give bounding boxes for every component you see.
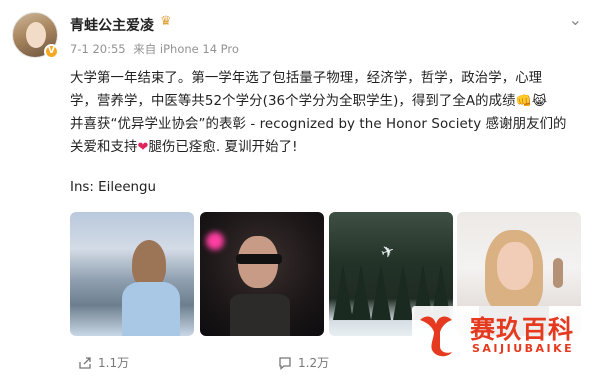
watermark-cn: 赛玖百科 bbox=[470, 315, 575, 344]
photo-thumbnail-2[interactable] bbox=[200, 212, 324, 336]
post-source: 来自 iPhone 14 Pro bbox=[133, 42, 239, 56]
post-line: 关爱和支持❤腿伤已痊愈. 夏训开始了! bbox=[70, 136, 590, 159]
post-meta: 7-1 20:55 来自 iPhone 14 Pro bbox=[70, 41, 239, 57]
comment-button[interactable]: 1.2万 bbox=[278, 354, 329, 371]
heart-emoji-icon: ❤ bbox=[137, 140, 149, 155]
username[interactable]: 青蛙公主爱凌 bbox=[70, 15, 154, 35]
verified-badge: V bbox=[44, 44, 59, 59]
share-button[interactable]: 1.1万 bbox=[78, 354, 129, 371]
share-icon bbox=[79, 356, 91, 369]
avatar-face bbox=[26, 22, 46, 48]
photo-thumbnail-1[interactable] bbox=[70, 212, 194, 336]
fist-emoji-icon: 👊 bbox=[515, 94, 532, 109]
watermark: 赛玖百科 SAIJIUBAIKE bbox=[412, 306, 592, 362]
post-line: 并喜获“优异学业协会”的表彰 - recognized by the Honor… bbox=[70, 117, 567, 132]
photo-credit: Ins: Eileengu bbox=[70, 180, 157, 195]
comment-icon bbox=[279, 356, 291, 370]
post-line: 学，营养学，中医等共52个学分(36个学分为全职学生)，得到了全A的成绩👊😹 bbox=[70, 90, 590, 113]
post-text: 大学第一年结束了。第一学年选了包括量子物理，经济学，哲学，政治学，心理 学，营养… bbox=[70, 67, 590, 159]
post-time[interactable]: 7-1 20:55 bbox=[70, 42, 126, 56]
whale-logo-icon bbox=[420, 316, 452, 357]
post-line: 大学第一年结束了。第一学年选了包括量子物理，经济学，哲学，政治学，心理 bbox=[70, 71, 543, 86]
airplane-icon: ✈ bbox=[378, 240, 398, 263]
comment-count: 1.2万 bbox=[298, 356, 330, 370]
cat-emoji-icon: 😹 bbox=[531, 94, 548, 109]
chevron-down-icon[interactable]: ⌄ bbox=[569, 10, 582, 29]
avatar[interactable]: V bbox=[12, 12, 59, 59]
watermark-en: SAIJIUBAIKE bbox=[472, 342, 575, 355]
share-count: 1.1万 bbox=[98, 356, 130, 370]
crown-badge-icon: ♛ bbox=[160, 14, 172, 29]
